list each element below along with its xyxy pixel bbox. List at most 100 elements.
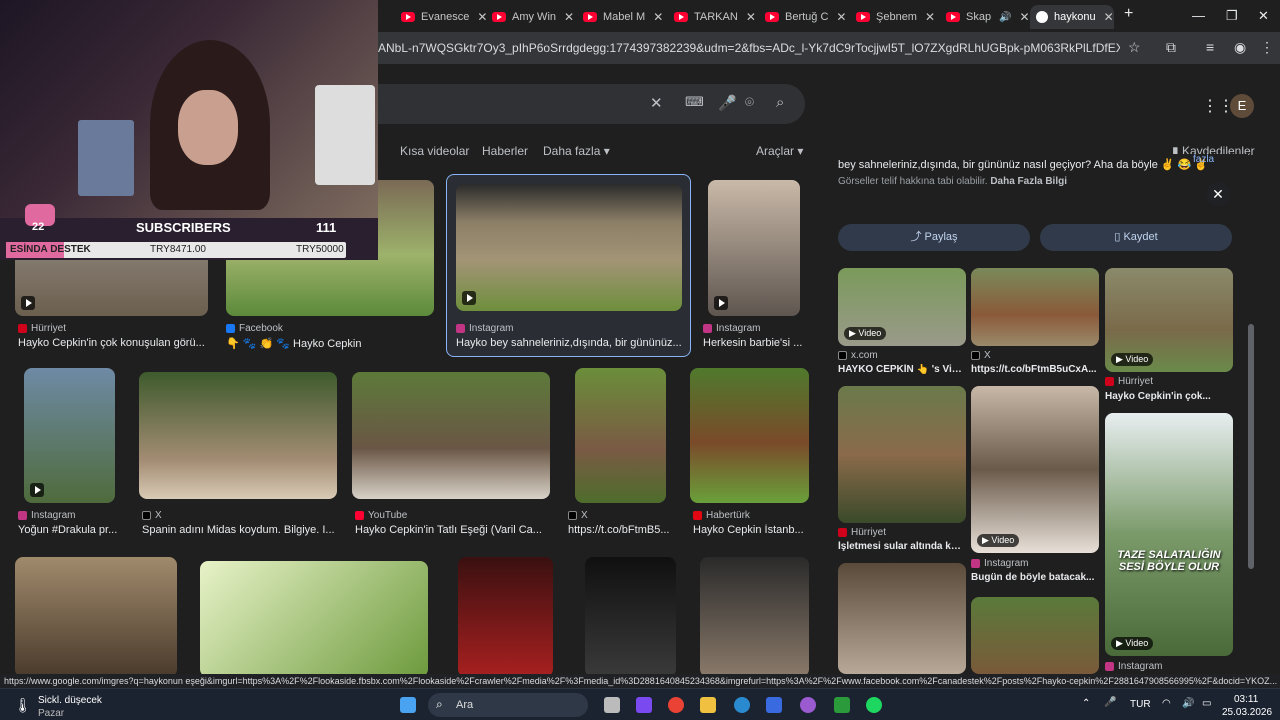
close-panel-button[interactable]: ✕ bbox=[1206, 182, 1230, 206]
restore-icon[interactable]: ❐ bbox=[1226, 8, 1238, 24]
save-button[interactable]: ▯ Kaydet bbox=[1040, 224, 1232, 251]
tab-bertug[interactable]: Bertuğ C ✕ bbox=[759, 5, 852, 29]
tools-button[interactable]: Araçlar ▾ bbox=[756, 144, 803, 158]
volume-icon[interactable]: 🔊 bbox=[1182, 698, 1194, 709]
result-image[interactable] bbox=[708, 180, 800, 316]
related-caption[interactable]: HAYKO CEPKİN 👆 's Video... bbox=[838, 364, 966, 375]
related-image[interactable]: ▶ Video bbox=[1105, 268, 1233, 372]
menu-icon[interactable]: ⋮ bbox=[1260, 39, 1274, 56]
tab-skap[interactable]: Skap 🔊 ✕ bbox=[940, 5, 1036, 29]
tab-tarkan[interactable]: TARKAN ✕ bbox=[668, 5, 762, 29]
battery-icon[interactable]: ▭ bbox=[1202, 698, 1211, 709]
microphone-icon[interactable]: 🎤 bbox=[718, 94, 737, 112]
related-image[interactable]: ▶ Video bbox=[971, 386, 1099, 553]
tab-evanescence[interactable]: Evanesce ✕ bbox=[395, 5, 493, 29]
bookmark-star-icon[interactable]: ☆ bbox=[1128, 39, 1141, 56]
clock-time[interactable]: 03:11 bbox=[1234, 694, 1258, 705]
file-explorer-icon[interactable] bbox=[700, 697, 716, 713]
close-icon[interactable]: ✕ bbox=[746, 10, 756, 24]
youtube-icon bbox=[674, 12, 688, 22]
clock-date[interactable]: 25.03.2026 bbox=[1222, 707, 1272, 718]
tab-haykonun[interactable]: haykonu ✕ bbox=[1030, 5, 1114, 29]
result-image[interactable] bbox=[575, 368, 666, 503]
taskbar: 🌡 Sickl. düşecek Pazar ⌕ Ara ⌃ 🎤 TUR ◠ 🔊… bbox=[0, 688, 1280, 720]
result-image[interactable] bbox=[15, 557, 177, 674]
share-button[interactable]: ⤴ Paylaş bbox=[838, 224, 1030, 251]
result-image[interactable] bbox=[200, 561, 428, 674]
xbox-icon[interactable] bbox=[834, 697, 850, 713]
result-caption[interactable]: Yoğun #Drakula pr... bbox=[18, 524, 123, 536]
more-info-link[interactable]: Daha Fazla Bilgi bbox=[990, 176, 1067, 187]
result-image[interactable] bbox=[352, 372, 550, 499]
selected-result[interactable]: Instagram Hayko bey sahneleriniz,dışında… bbox=[446, 174, 691, 357]
close-icon[interactable]: ✕ bbox=[653, 10, 663, 24]
clear-icon[interactable]: ✕ bbox=[650, 94, 663, 112]
keyboard-icon[interactable]: ⌨ bbox=[685, 94, 704, 110]
chevron-up-icon[interactable]: ⌃ bbox=[1082, 698, 1090, 709]
tab-mabel[interactable]: Mabel M ✕ bbox=[577, 5, 669, 29]
result-caption[interactable]: Hayko bey sahneleriniz,dışında, bir günü… bbox=[456, 337, 686, 349]
search-icon[interactable]: ⌕ bbox=[776, 94, 784, 111]
store-icon[interactable] bbox=[766, 697, 782, 713]
result-caption[interactable]: 👇 🐾 👏 🐾 Hayko Cepkin bbox=[226, 337, 436, 350]
result-caption[interactable]: Hayko Cepkin İstanb... bbox=[693, 524, 808, 536]
close-icon[interactable]: ✕ bbox=[925, 10, 935, 24]
weather-title[interactable]: Sickl. düşecek bbox=[38, 695, 102, 706]
result-image[interactable] bbox=[24, 368, 115, 503]
obs-icon[interactable] bbox=[800, 697, 816, 713]
result-caption[interactable]: Herkesin barbie'si ... bbox=[703, 337, 808, 349]
tab-sebnem[interactable]: Şebnem ✕ bbox=[850, 5, 941, 29]
result-caption[interactable]: Hayko Cepkin'in çok konuşulan görü... bbox=[18, 337, 208, 349]
copilot-icon[interactable] bbox=[636, 697, 652, 713]
related-caption[interactable]: https://t.co/bFtmB5uCxA... bbox=[971, 364, 1099, 375]
related-image[interactable]: TAZE SALATALIĞIN SESİ BÖYLE OLUR ▶ Video bbox=[1105, 413, 1233, 656]
filter-short-videos[interactable]: Kısa videolar bbox=[400, 144, 469, 158]
result-image[interactable] bbox=[139, 372, 337, 499]
url-field[interactable]: ANbL-n7WQSGktr7Oy3_pIhP6oSrrdgdegg:17743… bbox=[378, 41, 1120, 55]
close-icon[interactable]: ✕ bbox=[1020, 10, 1030, 24]
windows-start-icon[interactable] bbox=[400, 697, 416, 713]
related-image[interactable] bbox=[971, 597, 1099, 674]
related-image[interactable] bbox=[838, 563, 966, 674]
close-icon[interactable]: ✕ bbox=[564, 10, 574, 24]
more-link[interactable]: fazla bbox=[1193, 154, 1214, 165]
minimize-icon[interactable]: — bbox=[1192, 8, 1205, 23]
result-caption[interactable]: https://t.co/bFtmB5... bbox=[568, 524, 673, 536]
result-caption[interactable]: Hayko Cepkin'in Tatlı Eşeği (Varil Ca... bbox=[355, 524, 550, 536]
scrollbar[interactable] bbox=[1248, 324, 1254, 569]
taskbar-search[interactable]: ⌕ Ara bbox=[428, 693, 588, 717]
new-tab-button[interactable]: + bbox=[1124, 5, 1133, 23]
result-caption[interactable]: Spanin adını Midas koydum. Bilgiye. I... bbox=[142, 524, 337, 536]
filter-more[interactable]: Daha fazla ▾ bbox=[543, 144, 610, 158]
related-caption[interactable]: Hayko Cepkin'in çok... bbox=[1105, 391, 1233, 402]
related-image[interactable] bbox=[838, 386, 966, 523]
task-view-icon[interactable] bbox=[604, 697, 620, 713]
spotify-icon[interactable] bbox=[866, 697, 882, 713]
language-indicator[interactable]: TUR bbox=[1130, 699, 1151, 710]
tab-amy-winehouse[interactable]: Amy Win ✕ bbox=[486, 5, 580, 29]
media-control-icon[interactable]: ≡ bbox=[1206, 39, 1214, 55]
chrome-icon[interactable] bbox=[668, 697, 684, 713]
extensions-icon[interactable]: ⧉ bbox=[1166, 39, 1176, 56]
filter-news[interactable]: Haberler bbox=[482, 144, 528, 158]
related-image[interactable]: ▶ Video bbox=[838, 268, 966, 346]
result-image[interactable] bbox=[585, 557, 676, 674]
result-image[interactable] bbox=[700, 557, 809, 674]
youtube-icon bbox=[401, 12, 415, 22]
close-window-icon[interactable]: ✕ bbox=[1258, 8, 1269, 24]
related-caption[interactable]: İşletmesi sular altında kaldı... bbox=[838, 541, 966, 552]
related-caption[interactable]: Bugün de böyle batacak... bbox=[971, 572, 1099, 583]
edge-icon[interactable] bbox=[734, 697, 750, 713]
result-image[interactable] bbox=[690, 368, 809, 503]
close-icon[interactable]: ✕ bbox=[1104, 10, 1114, 24]
result-image[interactable] bbox=[456, 184, 682, 311]
wifi-icon[interactable]: ◠ bbox=[1162, 698, 1171, 709]
lens-icon[interactable]: ⌾ bbox=[745, 94, 754, 111]
microphone-icon[interactable]: 🎤 bbox=[1104, 697, 1116, 708]
related-image[interactable] bbox=[971, 268, 1099, 346]
search-box[interactable]: ✕ ⌨ 🎤 ⌾ ⌕ bbox=[340, 84, 805, 124]
close-icon[interactable]: ✕ bbox=[836, 10, 846, 24]
profile-icon[interactable]: ◉ bbox=[1234, 39, 1246, 56]
result-image[interactable] bbox=[458, 557, 553, 674]
avatar[interactable]: E bbox=[1230, 94, 1254, 118]
